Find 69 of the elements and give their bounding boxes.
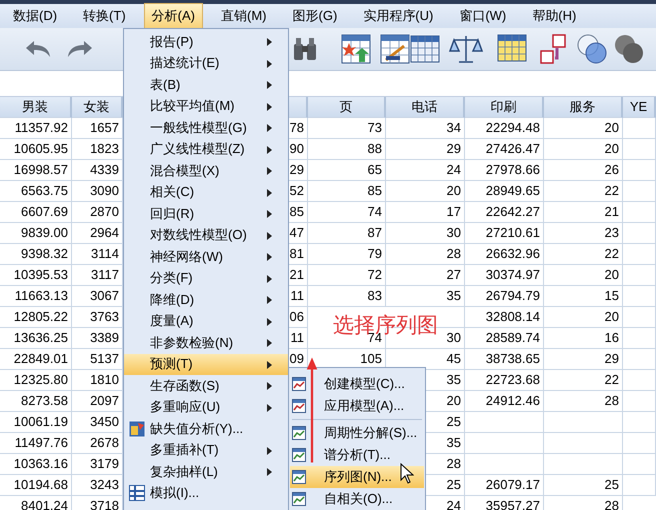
table-cell: 27978.66: [465, 160, 544, 181]
table-cell: 29: [386, 139, 465, 160]
table-cell: 22723.68: [465, 370, 544, 391]
table-cell: 11497.76: [0, 433, 72, 454]
table-cell: 11663.13: [0, 286, 72, 307]
table-cell: 26079.17: [465, 475, 544, 496]
table-cell: 25: [544, 475, 623, 496]
table-cell: 10061.19: [0, 412, 72, 433]
table-cell: 22849.01: [0, 349, 72, 370]
table-cell: 20: [544, 139, 623, 160]
table-cell: 74: [308, 202, 386, 223]
table-cell: 79: [308, 244, 386, 265]
table-cell: 10395.53: [0, 265, 72, 286]
table-cell: 87: [308, 223, 386, 244]
table-cell: 35: [386, 286, 465, 307]
table-cell: 10605.95: [0, 139, 72, 160]
table-cell: 72: [308, 265, 386, 286]
table-cell: 30374.97: [465, 265, 544, 286]
table-cell: 85: [308, 181, 386, 202]
table-cell: 10194.68: [0, 475, 72, 496]
table-cell: 20: [544, 307, 623, 328]
table-cell: 12325.80: [0, 370, 72, 391]
table-cell: 6607.69: [0, 202, 72, 223]
table-cell: 12805.22: [0, 307, 72, 328]
table-cell: 9839.00: [0, 223, 72, 244]
table-cell: 32808.14: [465, 307, 544, 328]
table-cell: 26794.79: [465, 286, 544, 307]
table-cell: 26632.96: [465, 244, 544, 265]
table-cell: 26: [544, 160, 623, 181]
table-cell: 24912.46: [465, 391, 544, 412]
table-cell: 28: [386, 244, 465, 265]
table-cell: 28: [544, 391, 623, 412]
table-cell: 27210.61: [465, 223, 544, 244]
table-cell: 22642.27: [465, 202, 544, 223]
table-cell: 22294.48: [465, 118, 544, 139]
table-cell: 17: [386, 202, 465, 223]
table-cell: 29: [544, 349, 623, 370]
table-cell: 35957.27: [465, 496, 544, 510]
table-cell: 23: [544, 223, 623, 244]
table-cell: 34: [386, 118, 465, 139]
table-cell: 22: [544, 370, 623, 391]
table-cell: 6563.75: [0, 181, 72, 202]
table-cell: 65: [308, 160, 386, 181]
table-cell: 88: [308, 139, 386, 160]
table-cell: 28: [544, 496, 623, 510]
table-cell: 15: [544, 286, 623, 307]
table-cell: 30: [386, 223, 465, 244]
table-cell: 27426.47: [465, 139, 544, 160]
table-cell: 20: [544, 265, 623, 286]
table-cell: 16998.57: [0, 160, 72, 181]
table-cell: 24: [386, 160, 465, 181]
table-cell: 73: [308, 118, 386, 139]
table-cell: 16: [544, 328, 623, 349]
table-cell: 20: [386, 181, 465, 202]
table-cell: 8401.24: [0, 496, 72, 510]
table-cell: 20: [544, 118, 623, 139]
table-cell: 13636.25: [0, 328, 72, 349]
table-cell: 28949.65: [465, 181, 544, 202]
table-cell: 11357.92: [0, 118, 72, 139]
table-cell: 21: [544, 202, 623, 223]
table-cell: 10363.16: [0, 454, 72, 475]
table-cell: 28589.74: [465, 328, 544, 349]
table-cell: 38738.65: [465, 349, 544, 370]
table-cell: 83: [308, 286, 386, 307]
table-cell: 22: [544, 244, 623, 265]
table-cell: 27: [386, 265, 465, 286]
table-cell: 9398.32: [0, 244, 72, 265]
table-cell: 8273.58: [0, 391, 72, 412]
table-cell: 22: [544, 181, 623, 202]
